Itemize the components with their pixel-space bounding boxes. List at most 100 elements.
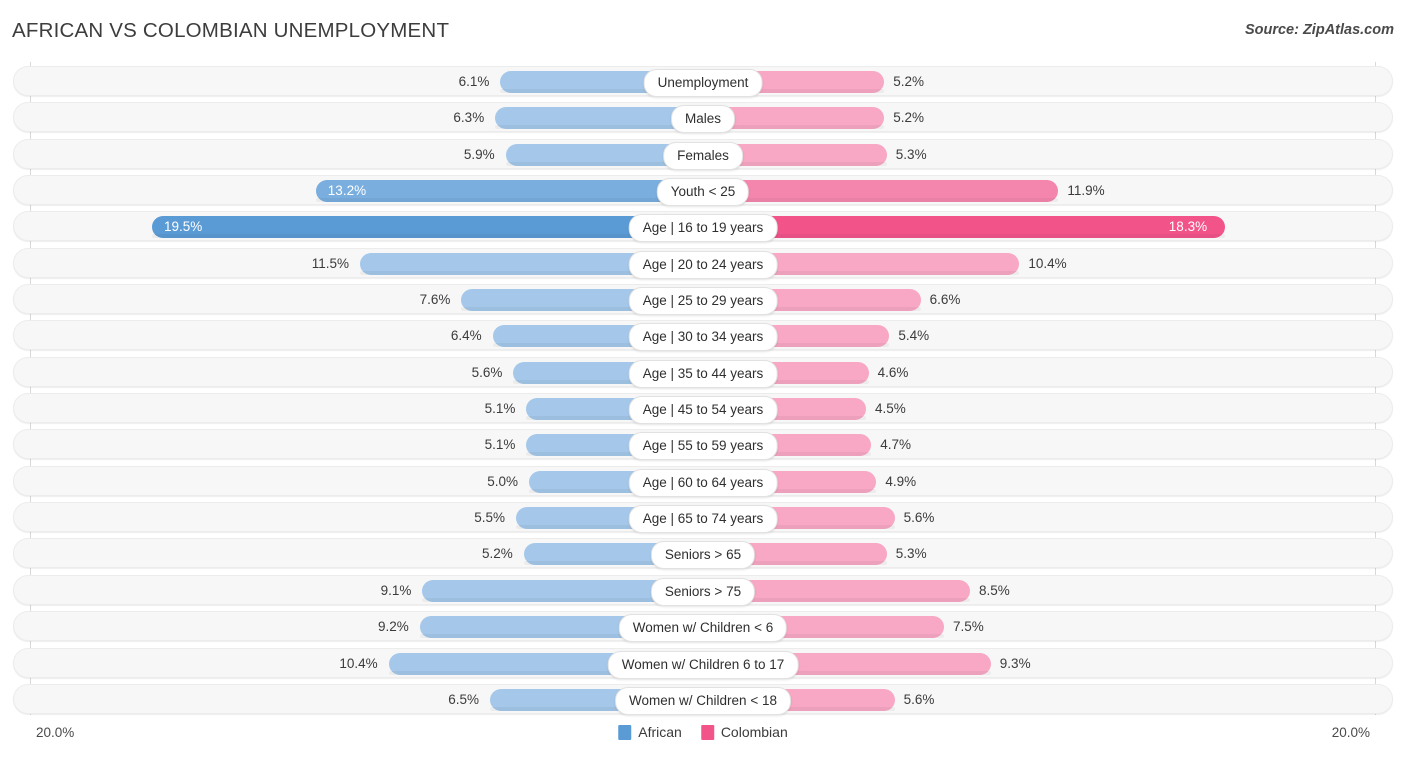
row-track: 5.6% 4.6% Age | 35 to 44 years (13, 356, 1393, 388)
table-row[interactable]: 6.3% 5.2% Males (0, 102, 1406, 134)
row-category-label: Age | 60 to 64 years (628, 468, 778, 497)
axis-label-right: 20.0% (1331, 725, 1370, 740)
row-category-label: Women w/ Children 6 to 17 (607, 650, 799, 679)
row-track: 19.5% 18.3% Age | 16 to 19 years (13, 211, 1393, 243)
legend-item-label: Colombian (720, 724, 788, 740)
table-row[interactable]: 19.5% 18.3% Age | 16 to 19 years (0, 211, 1406, 243)
bar-value-colombian: 10.4% (1028, 255, 1067, 271)
bar-value-colombian: 5.3% (895, 146, 927, 162)
bar-value-african: 11.5% (311, 255, 349, 271)
row-track: 13.2% 11.9% Youth < 25 (13, 175, 1393, 207)
bar-value-colombian: 5.2% (893, 74, 924, 89)
bar-value-colombian: 18.3% (1168, 219, 1208, 235)
row-category-label: Age | 35 to 44 years (628, 359, 778, 388)
legend-item-label: African (638, 724, 682, 740)
row-track: 9.2% 7.5% Women w/ Children < 6 (13, 611, 1393, 643)
legend-item[interactable]: Colombian (700, 724, 788, 740)
table-row[interactable]: 5.5% 5.6% Age | 65 to 74 years (0, 502, 1406, 534)
row-track: 5.1% 4.5% Age | 45 to 54 years (13, 393, 1393, 425)
axis-label-left: 20.0% (36, 725, 75, 740)
bar-value-african: 5.1% (484, 401, 516, 417)
row-track: 5.5% 5.6% Age | 65 to 74 years (13, 502, 1393, 534)
bar-value-african: 6.5% (448, 691, 479, 707)
bar-value-african: 5.5% (474, 510, 505, 526)
bar-value-colombian: 5.3% (895, 546, 927, 562)
row-category-label: Males (670, 105, 736, 134)
row-category-label: Women w/ Children < 18 (615, 686, 791, 715)
row-track: 6.3% 5.2% Males (13, 102, 1393, 134)
legend-swatch-icon (700, 724, 714, 740)
row-track: 10.4% 9.3% Women w/ Children 6 to 17 (13, 647, 1393, 679)
row-track: 5.1% 4.7% Age | 55 to 59 years (13, 429, 1393, 461)
bar-value-african: 6.1% (458, 74, 490, 89)
row-track: 6.4% 5.4% Age | 30 to 34 years (13, 320, 1393, 352)
row-track: 9.1% 8.5% Seniors > 75 (13, 574, 1393, 606)
bar-value-african: 10.4% (339, 655, 378, 671)
bar-value-colombian: 8.5% (979, 582, 1010, 598)
bar-value-african: 6.3% (453, 110, 485, 126)
row-track: 6.1% 5.2% Unemployment (13, 66, 1393, 97)
table-row[interactable]: 13.2% 11.9% Youth < 25 (0, 175, 1406, 207)
bar-value-colombian: 5.6% (903, 691, 935, 707)
bar-value-colombian: 4.7% (880, 437, 911, 453)
bar-value-african: 5.2% (482, 546, 513, 562)
row-category-label: Women w/ Children < 6 (618, 614, 788, 643)
bar-african[interactable] (152, 216, 704, 239)
table-row[interactable]: 6.5% 5.6% Women w/ Children < 18 (0, 683, 1406, 715)
legend-item[interactable]: African (618, 724, 682, 740)
row-track: 5.0% 4.9% Age | 60 to 64 years (13, 465, 1393, 497)
row-track: 5.9% 5.3% Females (13, 138, 1393, 170)
bar-value-colombian: 5.4% (898, 328, 930, 344)
row-track: 7.6% 6.6% Age | 25 to 29 years (13, 284, 1393, 316)
bar-value-african: 9.2% (378, 619, 409, 635)
bar-value-colombian: 5.6% (903, 510, 935, 526)
row-track: 6.5% 5.6% Women w/ Children < 18 (13, 683, 1393, 715)
bar-value-colombian: 7.5% (953, 619, 984, 635)
table-row[interactable]: 5.1% 4.7% Age | 55 to 59 years (0, 429, 1406, 461)
table-row[interactable]: 6.4% 5.4% Age | 30 to 34 years (0, 320, 1406, 352)
row-category-label: Age | 30 to 34 years (628, 323, 778, 352)
table-row[interactable]: 5.9% 5.3% Females (0, 138, 1406, 170)
bar-value-african: 5.1% (484, 437, 516, 453)
bar-value-african: 7.6% (419, 292, 451, 308)
row-category-label: Seniors > 65 (650, 541, 756, 570)
row-category-label: Age | 45 to 54 years (628, 396, 778, 425)
table-row[interactable]: 5.2% 5.3% Seniors > 65 (0, 538, 1406, 570)
table-row[interactable]: 5.6% 4.6% Age | 35 to 44 years (0, 356, 1406, 388)
row-category-label: Age | 20 to 24 years (628, 250, 778, 279)
row-category-label: Seniors > 75 (650, 577, 756, 606)
source-attribution: Source: ZipAtlas.com (1244, 22, 1394, 38)
bar-value-colombian: 4.9% (885, 473, 917, 489)
row-track: 11.5% 10.4% Age | 20 to 24 years (13, 247, 1393, 279)
chart-legend: African Colombian (618, 724, 788, 740)
bar-colombian[interactable] (704, 180, 1059, 203)
row-category-label: Age | 65 to 74 years (628, 505, 778, 534)
row-track: 5.2% 5.3% Seniors > 65 (13, 538, 1393, 570)
bar-value-colombian: 6.6% (929, 292, 961, 308)
bar-african[interactable] (315, 180, 705, 203)
chart-footer: 20.0% African Colombian 20.0% (0, 717, 1406, 757)
table-row[interactable]: 6.1% 5.2% Unemployment (0, 66, 1406, 97)
table-row[interactable]: 9.2% 7.5% Women w/ Children < 6 (0, 611, 1406, 643)
row-category-label: Females (663, 141, 743, 170)
chart-page: AFRICAN VS COLOMBIAN UNEMPLOYMENT Source… (0, 0, 1406, 757)
bar-value-african: 13.2% (327, 183, 367, 199)
table-row[interactable]: 10.4% 9.3% Women w/ Children 6 to 17 (0, 647, 1406, 679)
bar-value-african: 19.5% (164, 219, 203, 235)
table-row[interactable]: 5.1% 4.5% Age | 45 to 54 years (0, 393, 1406, 425)
bar-rows-container: 6.1% 5.2% Unemployment 6.3% 5.2% Males 5.9% 5.3… (0, 66, 1406, 720)
bar-value-african: 9.1% (380, 582, 412, 598)
table-row[interactable]: 11.5% 10.4% Age | 20 to 24 years (0, 247, 1406, 279)
bar-colombian[interactable] (704, 216, 1225, 239)
row-category-label: Unemployment (643, 69, 763, 97)
page-title: AFRICAN VS COLOMBIAN UNEMPLOYMENT (12, 19, 450, 42)
table-row[interactable]: 5.0% 4.9% Age | 60 to 64 years (0, 465, 1406, 497)
bar-value-african: 5.6% (471, 364, 503, 380)
bar-value-african: 5.9% (463, 146, 495, 162)
table-row[interactable]: 9.1% 8.5% Seniors > 75 (0, 574, 1406, 606)
bar-value-colombian: 9.3% (999, 655, 1031, 671)
chart-header: AFRICAN VS COLOMBIAN UNEMPLOYMENT Source… (0, 0, 1406, 62)
bar-value-colombian: 5.2% (893, 110, 924, 126)
bar-value-colombian: 11.9% (1067, 183, 1105, 199)
table-row[interactable]: 7.6% 6.6% Age | 25 to 29 years (0, 284, 1406, 316)
